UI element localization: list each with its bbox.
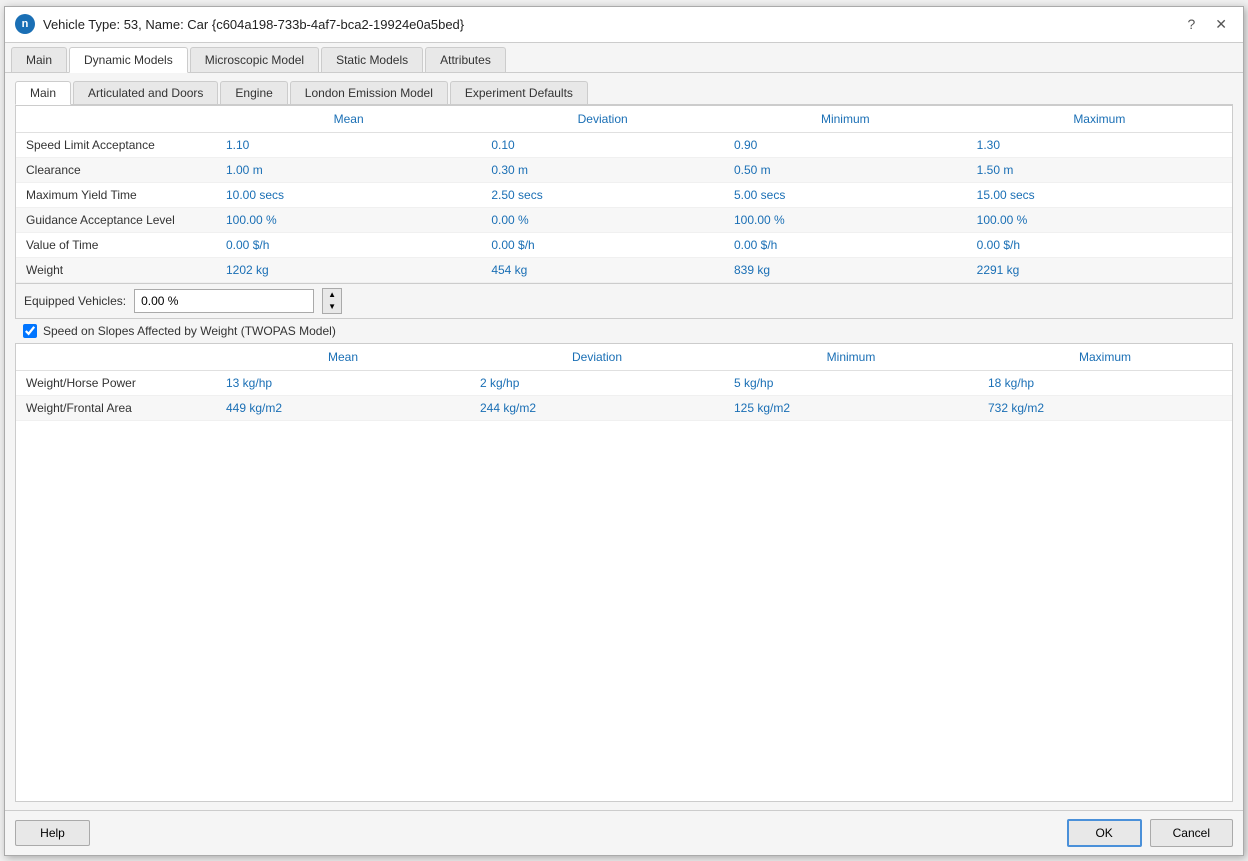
row-deviation[interactable]: 0.10: [481, 132, 724, 157]
row-label: Value of Time: [16, 232, 216, 257]
row-deviation[interactable]: 2 kg/hp: [470, 370, 724, 395]
bottom-bar: Help OK Cancel: [5, 810, 1243, 855]
cancel-button[interactable]: Cancel: [1150, 819, 1233, 847]
top-tabs: Main Dynamic Models Microscopic Model St…: [5, 43, 1243, 73]
row-maximum[interactable]: 100.00 %: [967, 207, 1232, 232]
row-maximum[interactable]: 0.00 $/h: [967, 232, 1232, 257]
spin-up-btn[interactable]: ▲: [323, 289, 341, 301]
row-label: Guidance Acceptance Level: [16, 207, 216, 232]
lower-table-section: Mean Deviation Minimum Maximum Weight/Ho…: [15, 343, 1233, 802]
row-maximum[interactable]: 1.30: [967, 132, 1232, 157]
lower-data-table: Mean Deviation Minimum Maximum Weight/Ho…: [16, 344, 1232, 421]
checkbox-row: Speed on Slopes Affected by Weight (TWOP…: [15, 319, 1233, 343]
ok-button[interactable]: OK: [1067, 819, 1142, 847]
row-mean[interactable]: 13 kg/hp: [216, 370, 470, 395]
col-header-deviation: Deviation: [481, 106, 724, 133]
row-maximum[interactable]: 2291 kg: [967, 257, 1232, 282]
row-label: Weight/Frontal Area: [16, 395, 216, 420]
title-bar-left: n Vehicle Type: 53, Name: Car {c604a198-…: [15, 14, 464, 34]
lower-col-header-minimum: Minimum: [724, 344, 978, 371]
tab-static-models[interactable]: Static Models: [321, 47, 423, 72]
row-mean[interactable]: 10.00 secs: [216, 182, 481, 207]
row-label: Maximum Yield Time: [16, 182, 216, 207]
row-minimum[interactable]: 0.90: [724, 132, 967, 157]
row-maximum[interactable]: 18 kg/hp: [978, 370, 1232, 395]
table-row: Weight/Horse Power 13 kg/hp 2 kg/hp 5 kg…: [16, 370, 1232, 395]
title-bar: n Vehicle Type: 53, Name: Car {c604a198-…: [5, 7, 1243, 43]
content-area: Main Articulated and Doors Engine London…: [5, 73, 1243, 810]
row-deviation[interactable]: 0.00 %: [481, 207, 724, 232]
row-minimum[interactable]: 0.00 $/h: [724, 232, 967, 257]
row-maximum[interactable]: 1.50 m: [967, 157, 1232, 182]
row-minimum[interactable]: 100.00 %: [724, 207, 967, 232]
row-minimum[interactable]: 5 kg/hp: [724, 370, 978, 395]
tab-dynamic-models[interactable]: Dynamic Models: [69, 47, 188, 73]
row-mean[interactable]: 1202 kg: [216, 257, 481, 282]
row-deviation[interactable]: 454 kg: [481, 257, 724, 282]
row-mean[interactable]: 1.00 m: [216, 157, 481, 182]
upper-data-table: Mean Deviation Minimum Maximum Speed Lim…: [16, 106, 1232, 283]
equipped-input[interactable]: [134, 289, 314, 313]
row-minimum[interactable]: 5.00 secs: [724, 182, 967, 207]
table-row: Guidance Acceptance Level 100.00 % 0.00 …: [16, 207, 1232, 232]
col-header-minimum: Minimum: [724, 106, 967, 133]
col-header-label: [16, 106, 216, 133]
subtab-experiment-defaults[interactable]: Experiment Defaults: [450, 81, 588, 104]
table-row: Weight/Frontal Area 449 kg/m2 244 kg/m2 …: [16, 395, 1232, 420]
subtab-engine[interactable]: Engine: [220, 81, 287, 104]
row-label: Clearance: [16, 157, 216, 182]
row-label: Weight: [16, 257, 216, 282]
row-mean[interactable]: 0.00 $/h: [216, 232, 481, 257]
tab-microscopic-model[interactable]: Microscopic Model: [190, 47, 319, 72]
subtab-main[interactable]: Main: [15, 81, 71, 105]
tab-attributes[interactable]: Attributes: [425, 47, 506, 72]
lower-col-header-mean: Mean: [216, 344, 470, 371]
slopes-checkbox[interactable]: [23, 324, 37, 338]
row-maximum[interactable]: 15.00 secs: [967, 182, 1232, 207]
subtab-london-emission[interactable]: London Emission Model: [290, 81, 448, 104]
bottom-right-buttons: OK Cancel: [1067, 819, 1233, 847]
sub-tabs: Main Articulated and Doors Engine London…: [15, 81, 1233, 105]
lower-col-header-maximum: Maximum: [978, 344, 1232, 371]
table-row: Weight 1202 kg 454 kg 839 kg 2291 kg: [16, 257, 1232, 282]
window-title: Vehicle Type: 53, Name: Car {c604a198-73…: [43, 17, 464, 32]
row-label: Weight/Horse Power: [16, 370, 216, 395]
table-row: Value of Time 0.00 $/h 0.00 $/h 0.00 $/h…: [16, 232, 1232, 257]
subtab-articulated-doors[interactable]: Articulated and Doors: [73, 81, 218, 104]
title-bar-right: ? ✕: [1181, 14, 1233, 35]
col-header-mean: Mean: [216, 106, 481, 133]
row-deviation[interactable]: 2.50 secs: [481, 182, 724, 207]
row-deviation[interactable]: 0.30 m: [481, 157, 724, 182]
equipped-label: Equipped Vehicles:: [24, 294, 126, 308]
lower-col-header-deviation: Deviation: [470, 344, 724, 371]
tab-main[interactable]: Main: [11, 47, 67, 72]
row-mean[interactable]: 100.00 %: [216, 207, 481, 232]
row-minimum[interactable]: 0.50 m: [724, 157, 967, 182]
row-label: Speed Limit Acceptance: [16, 132, 216, 157]
row-deviation[interactable]: 0.00 $/h: [481, 232, 724, 257]
help-icon-btn[interactable]: ?: [1181, 14, 1201, 35]
help-button[interactable]: Help: [15, 820, 90, 846]
table-row: Speed Limit Acceptance 1.10 0.10 0.90 1.…: [16, 132, 1232, 157]
row-minimum[interactable]: 125 kg/m2: [724, 395, 978, 420]
row-deviation[interactable]: 244 kg/m2: [470, 395, 724, 420]
row-minimum[interactable]: 839 kg: [724, 257, 967, 282]
close-icon-btn[interactable]: ✕: [1209, 14, 1233, 35]
dialog: n Vehicle Type: 53, Name: Car {c604a198-…: [4, 6, 1244, 856]
table-row: Clearance 1.00 m 0.30 m 0.50 m 1.50 m: [16, 157, 1232, 182]
slopes-label[interactable]: Speed on Slopes Affected by Weight (TWOP…: [43, 324, 336, 338]
row-maximum[interactable]: 732 kg/m2: [978, 395, 1232, 420]
col-header-maximum: Maximum: [967, 106, 1232, 133]
lower-col-header-label: [16, 344, 216, 371]
equipped-vehicles-row: Equipped Vehicles: ▲ ▼: [15, 284, 1233, 319]
upper-table-section: Mean Deviation Minimum Maximum Speed Lim…: [15, 105, 1233, 284]
row-mean[interactable]: 449 kg/m2: [216, 395, 470, 420]
spin-down-btn[interactable]: ▼: [323, 301, 341, 313]
app-icon: n: [15, 14, 35, 34]
table-row: Maximum Yield Time 10.00 secs 2.50 secs …: [16, 182, 1232, 207]
row-mean[interactable]: 1.10: [216, 132, 481, 157]
spin-buttons: ▲ ▼: [322, 288, 342, 314]
